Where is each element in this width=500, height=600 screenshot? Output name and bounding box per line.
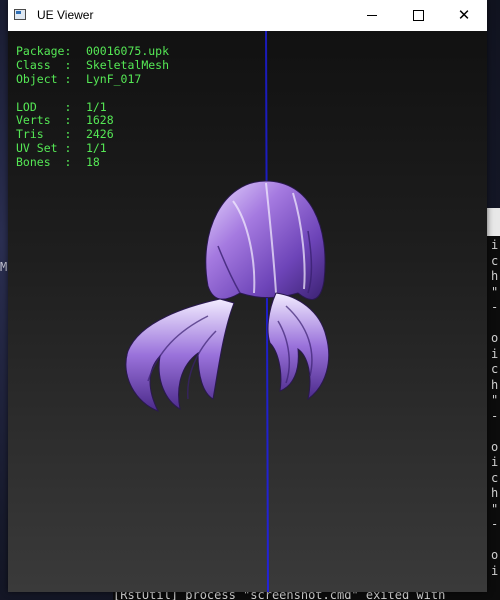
terminal-line: o: [491, 331, 499, 345]
info-label: Package:: [16, 44, 72, 58]
info-label: Class :: [16, 57, 72, 72]
ue-viewer-window: UE Viewer ✕ Package: 00016075.upk Class …: [8, 0, 487, 592]
close-icon: ✕: [457, 6, 471, 24]
info-value: 00016075.upk: [85, 44, 170, 58]
info-label: Verts :: [16, 113, 72, 128]
terminal-line: c: [491, 253, 499, 268]
terminal-scrollbar[interactable]: [487, 208, 500, 236]
maximize-button[interactable]: [395, 0, 441, 31]
terminal-line: c: [491, 362, 499, 376]
terminal-line: ": [491, 284, 499, 299]
info-object-row: Object : LynF_017: [16, 71, 169, 87]
info-value: LynF_017: [85, 71, 142, 86]
info-tris-row: Tris : 2426: [16, 127, 169, 142]
terminal-line: o: [491, 439, 499, 454]
terminal-line: c: [491, 470, 499, 485]
title-bar[interactable]: UE Viewer ✕: [8, 0, 487, 31]
terminal-line: i: [491, 563, 499, 578]
terminal-line: h: [491, 486, 499, 500]
minimize-icon: [367, 15, 377, 16]
info-value: 1/1: [85, 99, 107, 114]
info-label: Bones :: [16, 155, 72, 170]
info-verts-row: Verts : 1628: [16, 114, 169, 128]
window-title: UE Viewer: [37, 8, 94, 22]
terminal-line: -: [491, 517, 499, 531]
terminal-line: h: [491, 269, 499, 283]
info-label: UV Set :: [16, 141, 72, 156]
terminal-lines: i c h " - o i c h " - o i c h " - o i: [491, 238, 498, 579]
terminal-line: o: [491, 548, 499, 562]
info-label: Tris :: [16, 127, 72, 142]
info-value: 1628: [85, 113, 114, 128]
terminal-line: i: [491, 346, 499, 361]
minimize-button[interactable]: [349, 0, 395, 31]
info-package-row: Package: 00016075.upk: [16, 44, 170, 59]
3d-viewport[interactable]: Package: 00016075.upk Class : SkeletalMe…: [8, 31, 487, 592]
info-class-row: Class : SkeletalMesh: [16, 57, 170, 73]
info-bones-row: Bones : 18: [16, 155, 169, 170]
info-value: 18: [85, 155, 100, 170]
info-uvset-row: UV Set : 1/1: [16, 141, 169, 156]
background-terminal: i c h " - o i c h " - o i c h " - o i: [487, 208, 500, 600]
info-value: SkeletalMesh: [85, 57, 170, 72]
info-value: 1/1: [85, 141, 107, 156]
terminal-line: ": [491, 501, 499, 516]
terminal-line: -: [491, 408, 499, 423]
terminal-line: -: [491, 300, 499, 314]
maximize-icon: [412, 10, 424, 21]
terminal-line: ": [491, 393, 499, 407]
terminal-line: i: [491, 238, 499, 252]
desktop-glyph: M: [0, 260, 8, 274]
info-lod-row: LOD : 1/1: [16, 99, 169, 115]
info-label: Object :: [16, 71, 72, 86]
terminal-line: h: [491, 377, 499, 392]
close-button[interactable]: ✕: [441, 0, 487, 31]
info-label: LOD :: [16, 99, 72, 114]
terminal-line: i: [491, 455, 499, 469]
app-window-icon: [14, 9, 26, 20]
info-value: 2426: [85, 127, 114, 142]
mesh-info-overlay: Package: 00016075.upk Class : SkeletalMe…: [16, 44, 170, 170]
